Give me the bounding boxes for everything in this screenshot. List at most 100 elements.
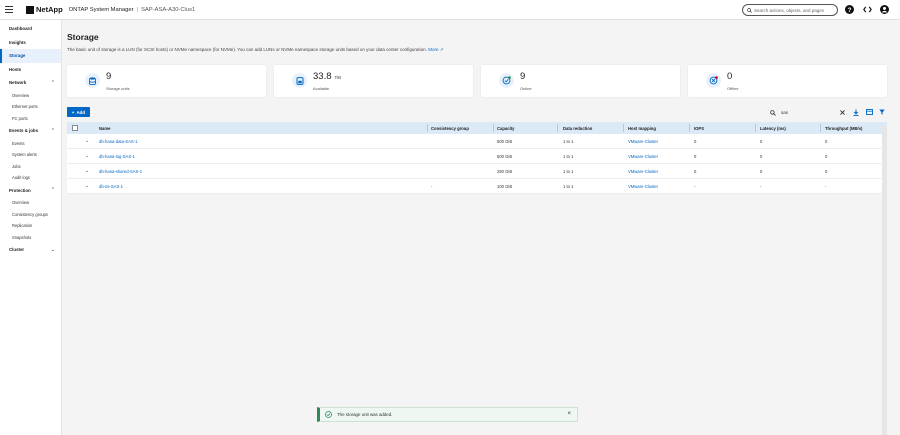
chevron-up-icon: ⌃ — [50, 127, 55, 134]
column-divider[interactable] — [427, 124, 428, 132]
storage-unit-name-link[interactable]: db-hana-log-SAS-1 — [99, 154, 135, 159]
hamburger-menu-icon[interactable] — [0, 0, 18, 20]
search-icon — [747, 7, 752, 13]
table-search[interactable]: sas — [770, 108, 830, 117]
column-header-data-reduction[interactable]: Data reduction — [563, 126, 592, 131]
host-mapping-link[interactable]: VMware-Cluster — [628, 154, 658, 159]
column-divider[interactable] — [820, 124, 821, 132]
cell-capacity: 500 GiB — [497, 139, 513, 144]
column-header-latency[interactable]: Latency (ms) — [760, 126, 786, 131]
table-row[interactable]: ⌄ db-hana-data-SAS-1 500 GiB 1 to 1 VMwa… — [67, 134, 887, 149]
sidebar-item-consistency-groups[interactable]: Consistency groups — [0, 209, 61, 221]
add-button[interactable]: + Add — [67, 107, 90, 117]
select-all-checkbox[interactable] — [72, 125, 78, 131]
table-row[interactable]: ⌄ db-hana-log-SAS-1 500 GiB 1 to 1 VMwar… — [67, 149, 887, 164]
card-storage-units[interactable]: 9 Storage units — [67, 65, 266, 97]
more-link[interactable]: More ↗ — [428, 47, 443, 52]
column-divider[interactable] — [623, 124, 624, 132]
sidebar-item-events[interactable]: Events — [0, 138, 61, 150]
sidebar: Dashboard Insights Storage Hosts Network… — [0, 20, 62, 435]
clear-search-icon[interactable] — [838, 108, 846, 116]
table-row[interactable]: ⌄ db-hana-shared-SAS-1 250 GiB 1 to 1 VM… — [67, 164, 887, 179]
external-link-icon: ↗ — [439, 47, 444, 52]
card-label: Offline — [727, 86, 739, 91]
cell-throughput: 0 — [825, 154, 828, 159]
close-icon[interactable]: × — [567, 411, 571, 417]
cell-iops: - — [694, 184, 696, 189]
sidebar-item-storage[interactable]: Storage — [0, 49, 61, 63]
code-icon[interactable] — [862, 4, 873, 15]
filter-icon[interactable] — [878, 108, 886, 116]
cell-data-reduction: 1 to 1 — [563, 184, 574, 189]
cell-capacity: 100 GiB — [497, 184, 513, 189]
sidebar-item-system-alerts[interactable]: System alerts — [0, 149, 61, 161]
table-row[interactable]: ⌄ db-os-SAS-1 - 100 GiB 1 to 1 VMware-Cl… — [67, 179, 887, 194]
column-divider[interactable] — [755, 124, 756, 132]
sidebar-group-cluster[interactable]: Cluster ⌄ — [0, 243, 61, 257]
storage-unit-name-link[interactable]: db-os-SAS-1 — [99, 184, 123, 189]
sidebar-group-label: Events & jobs — [9, 128, 39, 134]
column-header-name[interactable]: Name — [99, 126, 110, 131]
column-divider[interactable] — [557, 124, 558, 132]
description-text: The basic unit of storage is a LUN (for … — [67, 47, 427, 52]
column-header-capacity[interactable]: Capacity — [497, 126, 514, 131]
plus-icon: + — [71, 109, 75, 115]
help-icon[interactable]: ? — [844, 4, 855, 15]
sidebar-group-label: Network — [9, 80, 27, 86]
card-value: 9 — [106, 71, 112, 82]
host-mapping-link[interactable]: VMware-Cluster — [628, 184, 658, 189]
cell-iops: 0 — [694, 169, 697, 174]
chevron-down-icon[interactable]: ⌄ — [85, 183, 89, 189]
column-header-iops[interactable]: IOPS — [694, 126, 704, 131]
storage-unit-name-link[interactable]: db-hana-data-SAS-1 — [99, 139, 137, 144]
sidebar-item-insights[interactable]: Insights — [0, 36, 61, 50]
sidebar-item-jobs[interactable]: Jobs — [0, 161, 61, 173]
chevron-down-icon[interactable]: ⌄ — [85, 153, 89, 159]
user-account-icon[interactable] — [879, 4, 890, 15]
search-icon — [770, 109, 776, 116]
cell-latency: - — [760, 184, 762, 189]
column-header-host-mapping[interactable]: Host mapping — [628, 126, 656, 131]
vertical-scrollbar[interactable] — [882, 125, 887, 435]
column-divider[interactable] — [493, 124, 494, 132]
download-icon[interactable] — [852, 108, 860, 116]
sidebar-item-ethernet-ports[interactable]: Ethernet ports — [0, 101, 61, 113]
toast-message: The storage unit was added. — [337, 412, 393, 417]
cell-throughput: 0 — [825, 139, 828, 144]
header-separator: | — [136, 6, 139, 13]
check-circle-icon — [325, 411, 332, 418]
cell-iops: 0 — [694, 139, 697, 144]
netapp-logo[interactable]: NetApp — [26, 5, 63, 14]
card-offline[interactable]: 0 Offline — [688, 65, 887, 97]
card-available[interactable]: 33.8 TiB Available — [274, 65, 473, 97]
column-settings-icon[interactable] — [865, 108, 873, 116]
global-search-input[interactable] — [754, 7, 836, 13]
page-description: The basic unit of storage is a LUN (for … — [67, 47, 444, 53]
chevron-down-icon[interactable]: ⌄ — [85, 168, 89, 174]
chevron-down-icon[interactable]: ⌄ — [85, 138, 89, 144]
column-header-throughput[interactable]: Throughput (MB/s) — [825, 126, 862, 131]
sidebar-group-events[interactable]: Events & jobs ⌃ — [0, 124, 61, 138]
sidebar-item-fc-ports[interactable]: FC ports — [0, 113, 61, 125]
svg-text:?: ? — [848, 7, 852, 14]
sidebar-item-protection-overview[interactable]: Overview — [0, 197, 61, 209]
sidebar-item-dashboard[interactable]: Dashboard — [0, 22, 61, 36]
sidebar-group-protection[interactable]: Protection ⌃ — [0, 184, 61, 198]
sidebar-item-replication[interactable]: Replication — [0, 220, 61, 232]
sidebar-item-network-overview[interactable]: Overview — [0, 90, 61, 102]
column-header-consistency-group[interactable]: Consistency group — [431, 126, 469, 131]
column-divider[interactable] — [689, 124, 690, 132]
sidebar-item-snapshots[interactable]: Snapshots — [0, 232, 61, 244]
sidebar-item-hosts[interactable]: Hosts — [0, 63, 61, 77]
global-search[interactable] — [742, 4, 838, 16]
sidebar-item-audit-logs[interactable]: Audit logs — [0, 172, 61, 184]
storage-unit-name-link[interactable]: db-hana-shared-SAS-1 — [99, 169, 142, 174]
product-name: ONTAP System Manager — [68, 6, 134, 13]
card-online[interactable]: 9 Online — [481, 65, 680, 97]
table-search-value[interactable]: sas — [781, 110, 788, 115]
cell-latency: 0 — [760, 169, 763, 174]
host-mapping-link[interactable]: VMware-Cluster — [628, 169, 658, 174]
sidebar-group-network[interactable]: Network ⌃ — [0, 76, 61, 90]
offline-status-icon — [706, 73, 721, 88]
host-mapping-link[interactable]: VMware-Cluster — [628, 139, 658, 144]
